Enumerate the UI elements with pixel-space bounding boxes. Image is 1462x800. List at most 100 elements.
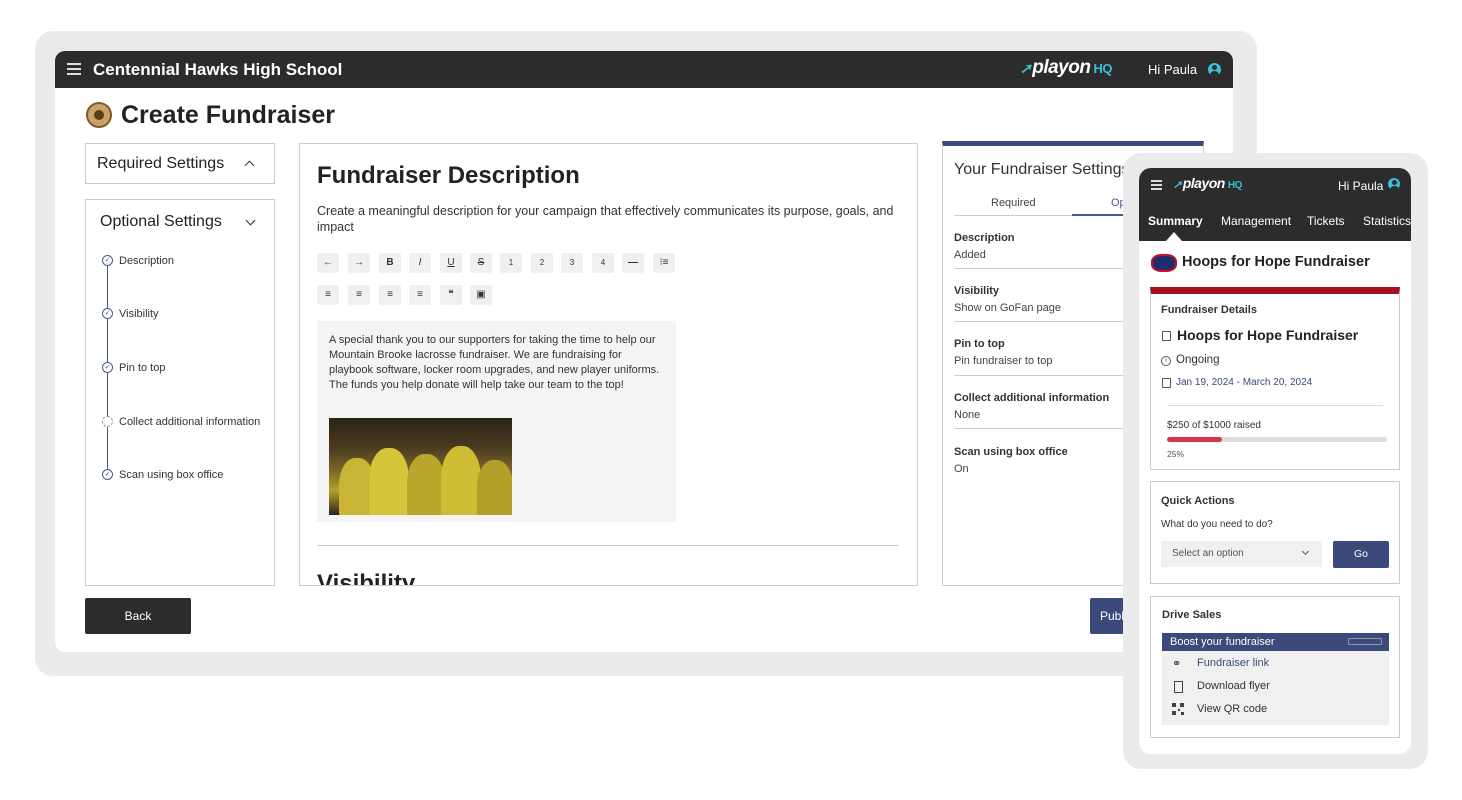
qr-code-icon <box>1172 703 1184 715</box>
step-pending-icon <box>102 416 113 427</box>
step-visibility[interactable]: Visibility <box>119 308 159 320</box>
user-greeting: Hi Paula <box>1148 62 1198 77</box>
calendar-icon <box>1162 378 1171 388</box>
tab-tickets[interactable]: Tickets <box>1307 214 1345 228</box>
required-settings-accordion[interactable]: Required Settings <box>85 143 275 184</box>
fundraiser-name: Hoops for Hope Fundraiser <box>1177 327 1359 343</box>
boost-badge-icon <box>1348 638 1382 645</box>
strikethrough-icon[interactable]: S <box>470 253 492 273</box>
align-right-icon[interactable]: ≡ <box>409 285 431 305</box>
align-left-icon[interactable]: ≡ <box>348 285 370 305</box>
select-placeholder: Select an option <box>1172 548 1244 559</box>
list-item-fundraiser-link[interactable]: ⚭ Fundraiser link <box>1162 653 1389 675</box>
user-account-icon[interactable] <box>1388 178 1400 190</box>
section-divider <box>317 545 899 546</box>
go-button[interactable]: Go <box>1333 541 1389 568</box>
fundraiser-icon <box>1162 331 1171 341</box>
chevron-up-icon[interactable] <box>244 160 255 171</box>
playon-hq-logo: ➚playon HQ <box>1020 57 1112 78</box>
step-pin-to-top[interactable]: Pin to top <box>119 362 165 374</box>
quote-icon[interactable]: ❝ <box>440 285 462 305</box>
progress-bar <box>1167 437 1387 442</box>
school-mascot-logo <box>86 102 112 128</box>
fundraiser-status: Ongoing <box>1176 354 1220 366</box>
required-settings-label: Required Settings <box>97 155 225 172</box>
mobile-screen: ➚playon HQ Hi Paula Summary Management Ti… <box>1139 168 1411 754</box>
drive-sales-heading: Drive Sales <box>1162 609 1222 621</box>
hamburger-menu-icon[interactable] <box>1151 180 1162 190</box>
date-range: Jan 19, 2024 - March 20, 2024 <box>1176 377 1313 388</box>
chevron-down-icon[interactable] <box>245 215 256 226</box>
redo-icon[interactable]: → <box>348 253 370 273</box>
bold-icon[interactable]: B <box>379 253 401 273</box>
optional-settings-accordion: Optional Settings ✓ Description ✓ Visibi… <box>85 199 275 586</box>
file-download-icon <box>1174 681 1183 693</box>
item-label[interactable]: Download flyer <box>1197 680 1270 692</box>
item-label[interactable]: View QR code <box>1197 703 1267 715</box>
underline-icon[interactable]: U <box>440 253 462 273</box>
item-label[interactable]: Fundraiser link <box>1197 657 1269 669</box>
active-tab-caret <box>1166 232 1182 241</box>
heading-3-icon[interactable]: 3 <box>561 253 583 273</box>
tab-management[interactable]: Management <box>1221 214 1291 228</box>
details-heading: Fundraiser Details <box>1161 304 1257 316</box>
fundraiser-details-card: Fundraiser Details Hoops for Hope Fundra… <box>1150 287 1400 470</box>
heading-4-icon[interactable]: 4 <box>592 253 614 273</box>
info-icon: i <box>1161 356 1171 366</box>
tab-summary[interactable]: Summary <box>1148 214 1203 228</box>
user-account-icon[interactable] <box>1208 63 1221 76</box>
team-logo <box>1151 254 1177 272</box>
team-huddle-photo <box>329 418 512 515</box>
quick-actions-heading: Quick Actions <box>1161 495 1235 507</box>
optional-settings-label[interactable]: Optional Settings <box>100 213 222 231</box>
user-greeting: Hi Paula <box>1338 179 1384 193</box>
numbered-list-icon[interactable]: ≡ <box>317 285 339 305</box>
quick-actions-question: What do you need to do? <box>1161 519 1273 530</box>
editor-text[interactable]: A special thank you to our supporters fo… <box>329 333 667 393</box>
step-scan-box-office[interactable]: Scan using box office <box>119 469 223 481</box>
settings-panel-title: Your Fundraiser Settings <box>954 161 1130 178</box>
school-name: Centennial Hawks High School <box>93 60 343 79</box>
description-editor[interactable]: A special thank you to our supporters fo… <box>317 321 676 522</box>
progress-percent: 25% <box>1167 449 1185 459</box>
desktop-window: Centennial Hawks High School ➚playon HQ H… <box>55 51 1233 652</box>
link-icon: ⚭ <box>1172 658 1182 670</box>
undo-icon[interactable]: ← <box>317 253 339 273</box>
step-check-icon: ✓ <box>102 255 113 266</box>
section-description: Create a meaningful description for your… <box>317 204 894 234</box>
heading-2-icon[interactable]: 2 <box>531 253 553 273</box>
horizontal-rule-icon[interactable]: — <box>622 253 644 273</box>
tab-statistics[interactable]: Statistics <box>1363 214 1411 228</box>
chevron-down-icon <box>1301 547 1310 556</box>
bullet-list-icon[interactable]: ⁝≡ <box>653 253 675 273</box>
boost-banner[interactable]: Boost your fundraiser <box>1162 633 1389 651</box>
visibility-heading: Visibility <box>317 570 416 586</box>
quick-actions-card: Quick Actions What do you need to do? Se… <box>1150 481 1400 584</box>
section-heading: Fundraiser Description <box>317 162 580 189</box>
step-check-icon: ✓ <box>102 362 113 373</box>
step-check-icon: ✓ <box>102 308 113 319</box>
fundraiser-description-section: Fundraiser Description Create a meaningf… <box>299 143 918 586</box>
divider <box>1167 405 1383 406</box>
list-item-download-flyer[interactable]: Download flyer <box>1162 676 1389 698</box>
action-select[interactable]: Select an option <box>1161 541 1322 567</box>
fundraiser-title: Hoops for Hope Fundraiser <box>1182 254 1370 270</box>
progress-fill <box>1167 437 1222 442</box>
mobile-nav: Summary Management Tickets Statistics <box>1139 202 1411 241</box>
align-center-icon[interactable]: ≡ <box>379 285 401 305</box>
boost-label: Boost your fundraiser <box>1170 636 1275 648</box>
drive-sales-list: ⚭ Fundraiser link Download flyer View QR… <box>1162 651 1389 725</box>
step-collect-info[interactable]: Collect additional information <box>119 416 260 428</box>
list-item-qr-code[interactable]: View QR code <box>1162 699 1389 721</box>
image-icon[interactable]: ▣ <box>470 285 492 305</box>
tab-required[interactable]: Required <box>991 197 1036 209</box>
back-button[interactable]: Back <box>85 598 191 634</box>
page-title: Create Fundraiser <box>121 101 335 129</box>
top-bar: Centennial Hawks High School ➚playon HQ H… <box>55 51 1233 88</box>
hamburger-menu-icon[interactable] <box>67 63 81 75</box>
step-description[interactable]: Description <box>119 255 174 267</box>
heading-1-icon[interactable]: 1 <box>500 253 522 273</box>
mobile-top-bar: ➚playon HQ Hi Paula <box>1139 168 1411 202</box>
drive-sales-card: Drive Sales Boost your fundraiser ⚭ Fund… <box>1150 596 1400 738</box>
italic-icon[interactable]: I <box>409 253 431 273</box>
